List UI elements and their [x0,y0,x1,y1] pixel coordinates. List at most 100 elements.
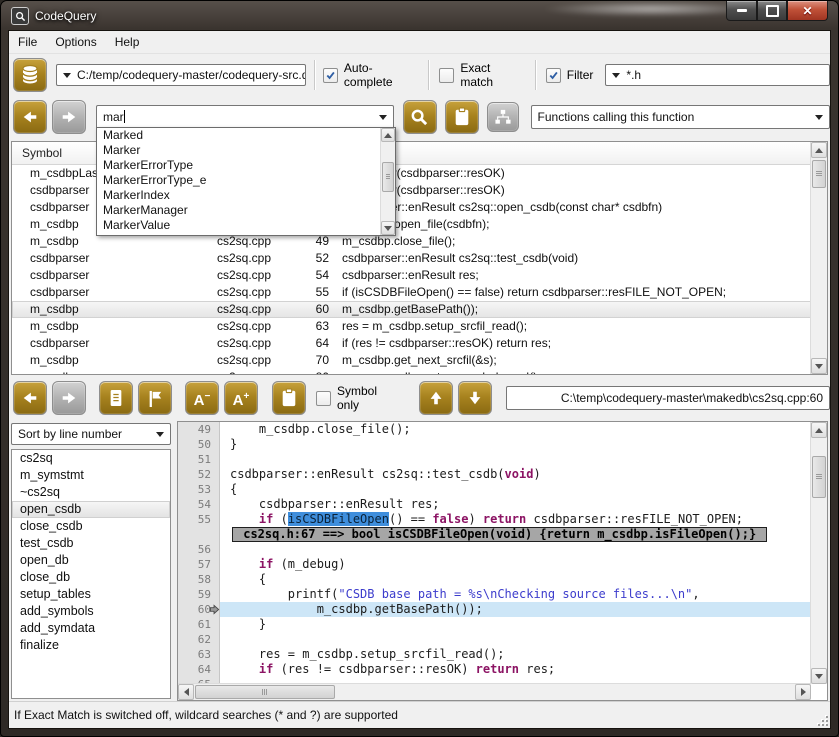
open-database-button[interactable] [13,58,47,92]
search-combobox[interactable]: mar [96,105,394,129]
scroll-up-button[interactable] [811,142,827,158]
code-line[interactable]: 51 [178,452,811,467]
suggestion-item[interactable]: MarkerErrorType_e [97,173,381,188]
code-text [220,452,811,467]
filter-checkbox[interactable] [546,68,561,83]
filter-pattern-combobox[interactable]: *.h [605,64,830,86]
suggestion-item[interactable]: Marked [97,128,381,143]
font-increase-button[interactable]: A+ [224,381,258,415]
function-list-item[interactable]: close_csdb [12,518,170,535]
code-line[interactable]: 63 res = m_csdbp.setup_srcfil_read(); [178,647,811,662]
function-list-item[interactable]: close_db [12,569,170,586]
column-header-symbol[interactable]: Symbol [12,146,62,160]
suggestion-item[interactable]: MarkerErrorType [97,158,381,173]
code-view[interactable]: 49 m_csdbp.close_file();50}5152csdbparse… [178,422,811,684]
function-list-item[interactable]: open_csdb [12,501,170,518]
search-button[interactable] [403,100,437,134]
table-row[interactable]: csdbparsercs2sq.cpp64if (res != csdbpars… [12,335,827,352]
code-line[interactable]: 56 [178,542,811,557]
scrollbar-thumb[interactable] [812,160,826,188]
function-list-item[interactable]: cs2sq [12,450,170,467]
query-mode-combobox[interactable]: Functions calling this function [531,105,830,129]
code-annotation-line[interactable]: cs2sq.h:67 ==> bool isCSDBFileOpen(void)… [178,527,811,542]
scroll-down-button[interactable] [811,358,827,374]
table-row[interactable]: m_csdbpcs2sq.cpp63res = m_csdbp.setup_sr… [12,318,827,335]
scrollbar-thumb[interactable] [382,162,394,192]
scroll-left-button[interactable] [178,684,194,700]
code-line[interactable]: 64 if (res != csdbparser::resOK) return … [178,662,811,677]
code-line[interactable]: 62 [178,632,811,647]
close-icon: ✕ [802,5,812,17]
scroll-up-button[interactable] [811,422,827,438]
table-row[interactable]: m_csdbpcs2sq.cpp80res = m_csdbp.setup_sy… [12,369,827,375]
maximize-button[interactable] [757,1,787,21]
cell-line: 54 [297,267,329,284]
table-row[interactable]: m_csdbpcs2sq.cpp70m_csdbp.get_next_srcfi… [12,352,827,369]
function-list-item[interactable]: m_symstmt [12,467,170,484]
suggestion-item[interactable]: MarkerManager [97,203,381,218]
function-list-item[interactable]: add_symbols [12,603,170,620]
history-forward-button[interactable] [52,100,86,134]
font-decrease-button[interactable]: A− [185,381,219,415]
code-line[interactable]: 49 m_csdbp.close_file(); [178,422,811,437]
scroll-down-button[interactable] [381,221,395,235]
autocomplete-checkbox[interactable] [323,68,338,83]
table-row[interactable]: csdbparsercs2sq.cpp55if (isCSDBFileOpen(… [12,284,827,301]
table-row[interactable]: csdbparsercs2sq.cpp54csdbparser::enResul… [12,267,827,284]
sort-mode-combobox[interactable]: Sort by line number [11,423,171,445]
function-list-item[interactable]: open_db [12,552,170,569]
history-back-button[interactable] [13,100,47,134]
function-list-item[interactable]: ~cs2sq [12,484,170,501]
code-line[interactable]: 59 printf("CSDB base path = %s\nChecking… [178,587,811,602]
autocomplete-label: Auto-complete [344,61,411,89]
editor-vertical-scrollbar[interactable] [810,422,827,684]
code-line[interactable]: 50} [178,437,811,452]
code-line[interactable]: 53{ [178,482,811,497]
exact-match-checkbox[interactable] [439,68,454,83]
popup-scrollbar[interactable] [380,128,395,235]
code-line[interactable]: 61 } [178,617,811,632]
suggestion-item[interactable]: Marker [97,143,381,158]
code-editor[interactable]: 49 m_csdbp.close_file();50}5152csdbparse… [177,421,828,701]
results-vertical-scrollbar[interactable] [810,142,827,374]
viewer-forward-button[interactable] [52,381,86,415]
thumb-grip [816,171,822,176]
scroll-up-button[interactable] [381,128,395,142]
code-line[interactable]: 55 if (isCSDBFileOpen() == false) return… [178,512,811,527]
previous-result-button[interactable] [419,381,453,415]
next-result-button[interactable] [458,381,492,415]
call-graph-button[interactable] [487,102,519,132]
paste-search-button[interactable] [445,100,479,134]
copy-symbol-button[interactable] [272,381,306,415]
function-list-item[interactable]: test_csdb [12,535,170,552]
scrollbar-thumb[interactable] [812,456,826,498]
table-row[interactable]: m_csdbpcs2sq.cpp60m_csdbp.getBasePath())… [12,301,827,318]
function-list-item[interactable]: add_symdata [12,620,170,637]
database-path-combobox[interactable]: C:/temp/codequery-master/codequery-src.d… [56,64,306,86]
code-line[interactable]: 52csdbparser::enResult cs2sq::test_csdb(… [178,467,811,482]
code-line[interactable]: 54 csdbparser::enResult res; [178,497,811,512]
resize-grip[interactable] [818,716,828,726]
title-bar[interactable]: CodeQuery ✕ [1,1,838,31]
scroll-right-button[interactable] [795,684,811,700]
table-row[interactable]: csdbparsercs2sq.cpp52csdbparser::enResul… [12,250,827,267]
menu-options[interactable]: Options [46,32,105,52]
editor-horizontal-scrollbar[interactable] [178,683,811,700]
menu-help[interactable]: Help [106,32,149,52]
code-line[interactable]: 60 m_csdbp.getBasePath()); [178,602,811,617]
suggestion-item[interactable]: MarkerIndex [97,188,381,203]
function-list-item[interactable]: setup_tables [12,586,170,603]
suggestion-item[interactable]: MarkerValue [97,218,381,233]
symbol-only-checkbox[interactable] [316,391,331,406]
code-line[interactable]: 58 { [178,572,811,587]
scroll-down-button[interactable] [811,668,827,684]
minimize-button[interactable] [726,1,757,21]
mark-line-button[interactable] [138,381,172,415]
close-button[interactable]: ✕ [787,1,828,21]
menu-file[interactable]: File [9,32,46,52]
code-line[interactable]: 57 if (m_debug) [178,557,811,572]
scrollbar-thumb[interactable] [195,685,335,699]
function-list-item[interactable]: finalize [12,637,170,654]
open-file-button[interactable] [99,381,133,415]
viewer-back-button[interactable] [13,381,47,415]
